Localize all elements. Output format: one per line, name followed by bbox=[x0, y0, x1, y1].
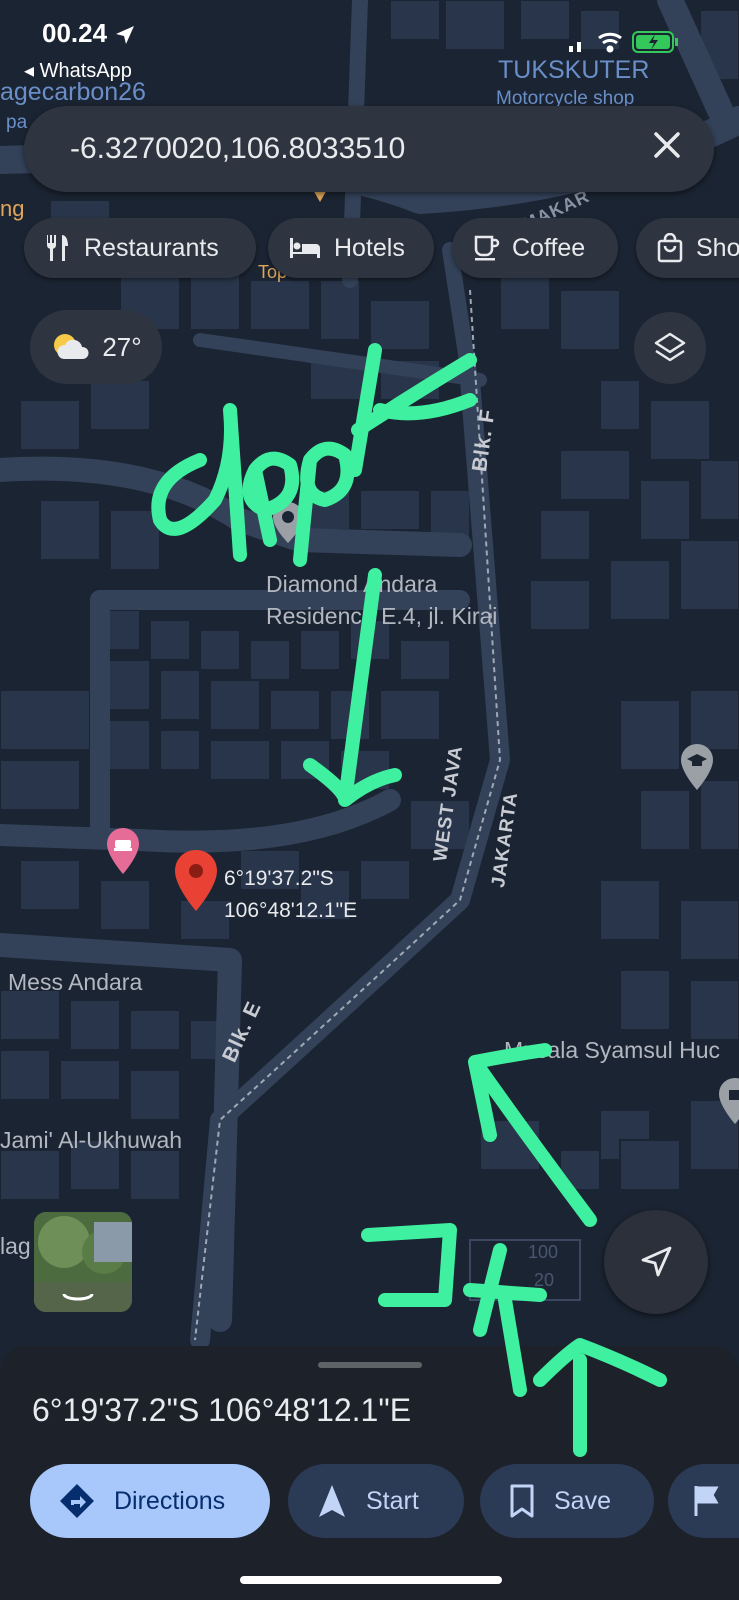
shopping-bag-icon bbox=[657, 233, 683, 263]
clear-search-button[interactable] bbox=[650, 128, 684, 169]
back-to-whatsapp-link[interactable]: ◂ WhatsApp bbox=[24, 58, 132, 83]
mosque-marker-icon[interactable] bbox=[716, 1076, 739, 1131]
fork-knife-icon bbox=[47, 235, 68, 261]
location-arrow-icon bbox=[116, 26, 135, 45]
start-button[interactable]: Start bbox=[288, 1464, 464, 1538]
weather-chip[interactable]: 27° bbox=[30, 310, 162, 384]
close-icon bbox=[654, 132, 680, 158]
chip-coffee[interactable]: Coffee bbox=[452, 218, 618, 278]
save-label: Save bbox=[554, 1486, 611, 1515]
dropped-pin-icon[interactable] bbox=[172, 848, 220, 919]
label-flag-button[interactable] bbox=[668, 1464, 739, 1538]
weather-temp: 27° bbox=[102, 331, 142, 362]
directions-label: Directions bbox=[114, 1486, 226, 1515]
chip-shopping-label: Sho bbox=[696, 233, 739, 262]
directions-icon bbox=[60, 1484, 94, 1518]
poi-mess-andara[interactable]: Mess Andara bbox=[8, 966, 142, 998]
partly-cloudy-icon bbox=[54, 334, 89, 359]
navigation-arrow-outline-icon bbox=[641, 1246, 672, 1277]
chip-hotels-label: Hotels bbox=[334, 233, 405, 262]
bed-icon bbox=[290, 238, 320, 258]
signal-icon bbox=[569, 42, 581, 52]
my-location-button[interactable] bbox=[604, 1210, 708, 1314]
chip-hotels[interactable]: Hotels bbox=[268, 218, 434, 278]
directions-button[interactable]: Directions bbox=[30, 1464, 270, 1538]
save-button[interactable]: Save bbox=[480, 1464, 654, 1538]
home-indicator bbox=[240, 1576, 502, 1584]
poi-lag-label: lag bbox=[0, 1233, 31, 1259]
chip-restaurants-label: Restaurants bbox=[84, 233, 219, 262]
poi-ng-label[interactable]: ng bbox=[0, 196, 24, 222]
scale-top-label: 100 bbox=[528, 1242, 559, 1262]
scale-bottom-label: 20 bbox=[534, 1270, 555, 1290]
wifi-icon bbox=[598, 32, 622, 53]
search-input[interactable]: -6.3270020,106.8033510 bbox=[70, 132, 405, 166]
coffee-cup-icon bbox=[474, 235, 500, 261]
sheet-coordinates-title: 6°19'37.2"S 106°48'12.1"E bbox=[32, 1392, 412, 1428]
layers-icon bbox=[654, 332, 686, 362]
poi-musala-syamsul[interactable]: Musala Syamsul Huc bbox=[504, 1034, 720, 1066]
sheet-drag-handle[interactable] bbox=[318, 1362, 422, 1368]
poi-diamond-line2[interactable]: Residence E.4, jl. Kirai bbox=[266, 600, 497, 632]
chip-restaurants[interactable]: Restaurants bbox=[24, 218, 256, 278]
pin-longitude-label: 106°48'12.1"E bbox=[224, 899, 358, 922]
navigation-arrow-icon bbox=[319, 1485, 345, 1517]
hotel-marker-icon[interactable] bbox=[104, 826, 142, 881]
poi-pa-label: pa bbox=[6, 112, 28, 133]
poi-marker-gray-icon[interactable] bbox=[270, 500, 306, 551]
start-label: Start bbox=[366, 1486, 419, 1515]
status-icons bbox=[569, 26, 689, 61]
bookmark-icon bbox=[510, 1484, 534, 1518]
status-time: 00.24 bbox=[42, 18, 136, 49]
school-marker-icon[interactable] bbox=[678, 742, 716, 797]
battery-charging-icon bbox=[632, 31, 678, 53]
chip-shopping[interactable]: Sho bbox=[636, 218, 739, 278]
poi-jami-al-ukhuwah[interactable]: Jami' Al-Ukhuwah bbox=[0, 1124, 182, 1156]
street-view-thumbnail[interactable] bbox=[34, 1212, 132, 1312]
flag-icon bbox=[694, 1486, 719, 1516]
layers-button[interactable] bbox=[634, 312, 706, 384]
pin-latitude-label: 6°19'37.2"S bbox=[224, 867, 334, 890]
chip-coffee-label: Coffee bbox=[512, 233, 586, 262]
poi-diamond-line1[interactable]: Diamond Andara bbox=[266, 568, 437, 600]
